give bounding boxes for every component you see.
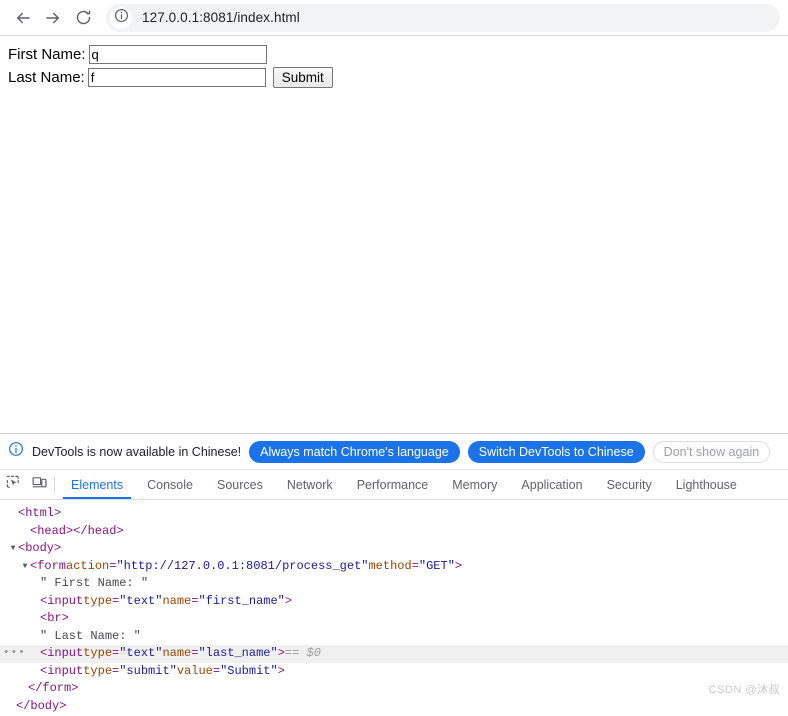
dom-node-body-close[interactable]: </body> (0, 698, 788, 716)
notice-text: DevTools is now available in Chinese! (32, 444, 242, 459)
inspect-element-icon (6, 475, 21, 495)
dom-node-input-first-name[interactable]: <input type = "text" name = "first_name" > (0, 593, 788, 611)
tab-network[interactable]: Network (275, 470, 345, 499)
tabbar-separator (54, 476, 55, 493)
dom-node-br[interactable]: <br> (0, 610, 788, 628)
devtools-tabbar: Elements Console Sources Network Perform… (0, 470, 788, 500)
watermark: CSDN @沐叔 (708, 683, 780, 696)
submit-button[interactable]: Submit (272, 67, 333, 88)
first-name-label: First Name: (8, 45, 86, 63)
form-action-value: http://127.0.0.1:8081/process_get (123, 558, 362, 573)
info-circle-icon (114, 8, 129, 28)
dom-node-form-open[interactable]: ▼ <form action = "http://127.0.0.1:8081/pro… (0, 558, 788, 576)
tab-console[interactable]: Console (135, 470, 205, 499)
tab-application[interactable]: Application (509, 470, 594, 499)
tab-security[interactable]: Security (595, 470, 664, 499)
form-method-value: GET (426, 558, 448, 573)
reload-button[interactable] (68, 3, 98, 33)
inspect-element-button[interactable] (0, 470, 26, 499)
devtools-language-notice: DevTools is now available in Chinese! Al… (0, 434, 788, 470)
dom-tree[interactable]: ▶<html> ▶<head></head> ▼<body> ▼<form ac… (0, 500, 788, 715)
first-name-input[interactable] (88, 45, 267, 64)
forward-button[interactable] (38, 3, 68, 33)
always-match-language-button[interactable]: Always match Chrome's language (249, 440, 460, 463)
page-viewport: First Name: Last Name: Submit (0, 36, 788, 433)
tab-performance[interactable]: Performance (345, 470, 441, 499)
twisty-form[interactable]: ▼ (20, 558, 30, 576)
tab-sources[interactable]: Sources (205, 470, 275, 499)
back-arrow-icon (14, 9, 32, 27)
devtools-panel: DevTools is now available in Chinese! Al… (0, 433, 788, 715)
first-name-row: First Name: (8, 44, 788, 65)
dom-node-input-last-name-selected[interactable]: ••• <input type = "text" name = "last_name" >… (0, 645, 788, 663)
address-bar[interactable]: 127.0.0.1:8081/index.html (106, 3, 780, 32)
dont-show-again-button[interactable]: Don't show again (652, 440, 771, 463)
twisty-body[interactable]: ▼ (8, 540, 18, 558)
node-overflow-ellipsis: ••• (3, 647, 26, 659)
dom-node-text-first-name[interactable]: " First Name: " (0, 575, 788, 593)
device-toolbar-icon (32, 475, 47, 495)
site-info-button[interactable] (110, 6, 132, 29)
switch-devtools-to-chinese-button[interactable]: Switch DevTools to Chinese (467, 440, 645, 463)
name-form: First Name: Last Name: Submit (0, 36, 788, 88)
forward-arrow-icon (44, 9, 62, 27)
dom-node-input-submit[interactable]: <input type = "submit" value = "Submit" > (0, 663, 788, 681)
reload-icon (75, 9, 92, 26)
toggle-device-toolbar-button[interactable] (26, 470, 52, 499)
tab-memory[interactable]: Memory (440, 470, 509, 499)
info-icon (8, 441, 24, 462)
dom-node-text-last-name[interactable]: " Last Name: " (0, 628, 788, 646)
tab-elements[interactable]: Elements (59, 470, 135, 499)
back-button[interactable] (8, 3, 38, 33)
last-name-row: Last Name: Submit (8, 67, 788, 88)
url-text: 127.0.0.1:8081/index.html (142, 10, 300, 25)
tab-lighthouse[interactable]: Lighthouse (664, 470, 749, 499)
last-name-input[interactable] (87, 68, 266, 87)
first-name-text-node: First Name: (47, 576, 141, 590)
dom-node-form-close[interactable]: </form> (0, 680, 788, 698)
last-name-label: Last Name: (8, 68, 85, 86)
selected-node-reference: == $0 (284, 646, 321, 660)
dom-node-body-open[interactable]: ▼ <body> (0, 540, 788, 558)
last-name-text-node: Last Name: (47, 628, 134, 643)
dom-node-html-open[interactable]: ▶<html> (0, 505, 788, 523)
browser-toolbar: 127.0.0.1:8081/index.html (0, 0, 788, 36)
dom-node-head[interactable]: ▶<head></head> (0, 523, 788, 541)
